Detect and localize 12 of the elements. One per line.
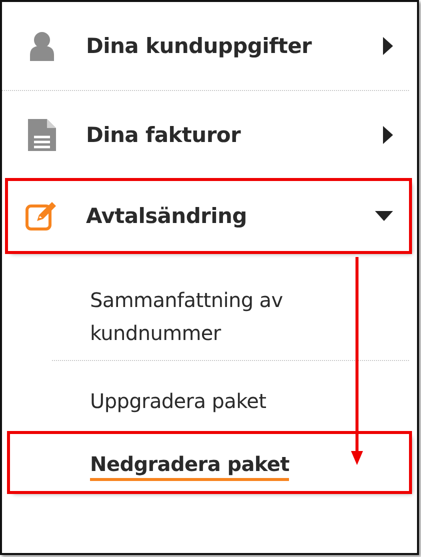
- caret-right-icon: [383, 37, 393, 55]
- menu-item[interactable]: Avtalsändring: [8, 181, 409, 251]
- person-icon: [29, 31, 55, 61]
- caret-down-icon: [375, 211, 393, 221]
- submenu-item[interactable]: Uppgradera paket: [52, 361, 409, 428]
- menu-item[interactable]: Dina fakturor: [2, 91, 409, 179]
- caret-right-icon: [383, 126, 393, 144]
- edit-icon: [25, 201, 59, 231]
- document-icon: [27, 118, 57, 152]
- submenu-item[interactable]: Nedgradera paket: [10, 434, 409, 491]
- submenu-item[interactable]: Sammanfattning av kundnummer: [52, 251, 409, 360]
- menu-item[interactable]: Dina kunduppgifter: [2, 2, 409, 90]
